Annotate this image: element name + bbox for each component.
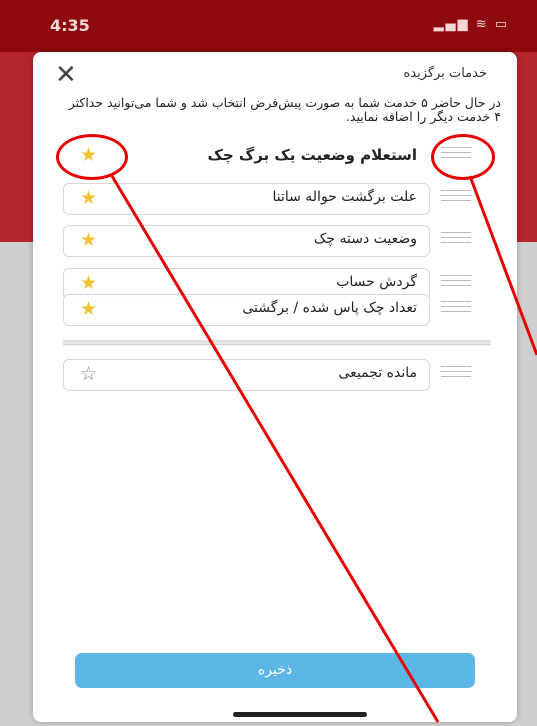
annotation-line-handle: [468, 175, 537, 356]
annotation-lines: [110, 175, 537, 723]
annotation-line-star: [110, 175, 440, 723]
